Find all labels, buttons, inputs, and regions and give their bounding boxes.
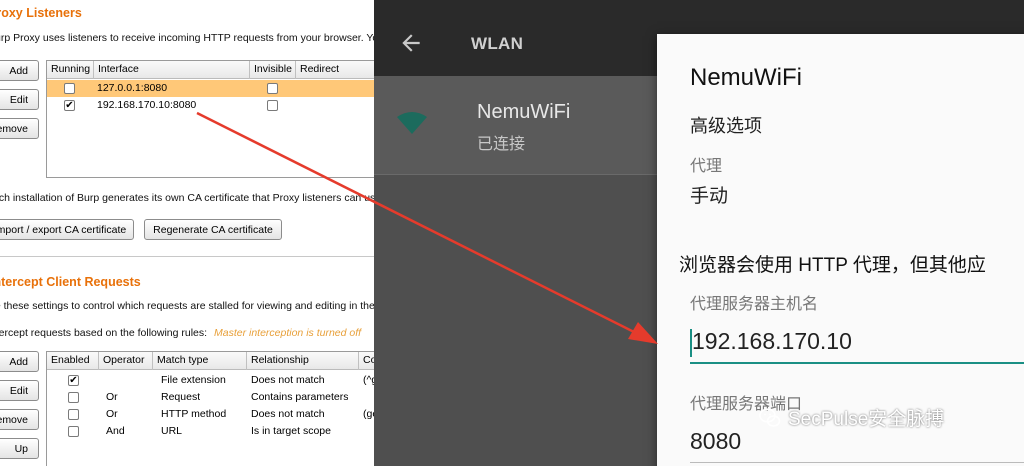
interface-cell: 192.168.170.10:8080 (97, 99, 197, 111)
proxy-listeners-heading: Proxy Listeners (0, 6, 82, 20)
column-running[interactable]: Running (47, 61, 94, 79)
column-interface[interactable]: Interface (94, 61, 250, 79)
section-divider (0, 256, 374, 257)
relationship-cell: Does not match (251, 374, 325, 386)
intercept-client-requests-heading: Intercept Client Requests (0, 275, 141, 289)
regenerate-ca-button[interactable]: Regenerate CA certificate (144, 219, 282, 240)
proxy-port-input[interactable]: 8080 (690, 428, 741, 455)
enabled-checkbox[interactable] (68, 426, 79, 437)
edit-rule-button[interactable]: Edit (0, 380, 39, 401)
proxy-port-underline (690, 462, 1024, 463)
column-operator[interactable]: Operator (99, 352, 153, 370)
listeners-table-header: Running Interface Invisible Redirect (47, 61, 374, 79)
rules-table-header: Enabled Operator Match type Relationship… (47, 352, 374, 370)
intercept-description: Use these settings to control which requ… (0, 300, 374, 312)
watermark-text: SecPulse安全脉搏 (788, 409, 945, 430)
table-row[interactable]: And URL Is in target scope (47, 423, 374, 440)
proxy-hostname-value: 192.168.170.10 (692, 328, 852, 354)
column-condition[interactable]: Co (359, 352, 374, 370)
interface-cell: 127.0.0.1:8080 (97, 82, 168, 94)
operator-cell: Or (106, 408, 118, 420)
operator-cell: And (106, 425, 125, 437)
page-title: WLAN (471, 34, 524, 53)
advanced-options-toggle[interactable]: 高级选项 (690, 112, 762, 138)
dialog-title: NemuWiFi (690, 64, 802, 91)
network-config-dialog: NemuWiFi 高级选项 代理 手动 浏览器会使用 HTTP 代理，但其他应 … (657, 34, 1024, 466)
table-row[interactable]: Or Request Contains parameters (47, 389, 374, 406)
import-export-ca-button[interactable]: Import / export CA certificate (0, 219, 134, 240)
match-type-cell: HTTP method (161, 408, 227, 420)
android-wlan-screen: WLAN NemuWiFi 已连接 NemuWiFi 高级选项 代理 手动 浏览… (374, 0, 1024, 466)
table-row[interactable]: ✔ 192.168.170.10:8080 (47, 97, 374, 114)
listeners-table: Running Interface Invisible Redirect 127… (46, 60, 374, 178)
network-name: NemuWiFi (477, 101, 571, 123)
running-checkbox[interactable] (64, 83, 75, 94)
table-row[interactable]: ✔ File extension Does not match (^g (47, 372, 374, 389)
match-type-cell: Request (161, 391, 201, 403)
invisible-checkbox[interactable] (267, 100, 278, 111)
column-match-type[interactable]: Match type (153, 352, 247, 370)
enabled-checkbox[interactable] (68, 392, 79, 403)
network-status: 已连接 (477, 136, 526, 153)
relationship-cell: Is in target scope (251, 425, 331, 437)
operator-cell: Or (106, 391, 118, 403)
proxy-hostname-label: 代理服务器主机名 (690, 296, 819, 313)
intercept-rules-label: Intercept requests based on the followin… (0, 327, 208, 339)
move-rule-up-button[interactable]: Up (0, 438, 39, 459)
add-listener-button[interactable]: Add (0, 60, 39, 81)
proxy-listeners-description: Burp Proxy uses listeners to receive inc… (0, 32, 374, 44)
wifi-signal-icon (397, 112, 427, 134)
arrow-back-icon[interactable] (398, 30, 424, 56)
proxy-notice-text: 浏览器会使用 HTTP 代理，但其他应 (679, 255, 986, 276)
condition-cell: (^g (363, 374, 374, 386)
match-type-cell: File extension (161, 374, 226, 386)
remove-listener-button[interactable]: Remove (0, 118, 39, 139)
intercept-rules-line: ✔Intercept requests based on the followi… (0, 327, 361, 339)
intercept-rules-table: Enabled Operator Match type Relationship… (46, 351, 374, 466)
proxy-hostname-input[interactable]: 192.168.170.10 (690, 326, 1024, 364)
match-type-cell: URL (161, 425, 183, 437)
edit-listener-button[interactable]: Edit (0, 89, 39, 110)
remove-rule-button[interactable]: Remove (0, 409, 39, 430)
proxy-mode-select[interactable]: 手动 (690, 181, 728, 208)
column-relationship[interactable]: Relationship (247, 352, 359, 370)
proxy-label: 代理 (690, 158, 723, 175)
enabled-checkbox[interactable] (68, 409, 79, 420)
relationship-cell: Contains parameters (251, 391, 349, 403)
column-invisible[interactable]: Invisible (250, 61, 296, 79)
burp-proxy-options-panel: Proxy Listeners Burp Proxy uses listener… (0, 0, 374, 466)
table-row[interactable]: Or HTTP method Does not match (ge (47, 406, 374, 423)
running-checkbox[interactable]: ✔ (64, 100, 75, 111)
interception-status-text: Master interception is turned off (213, 327, 362, 339)
add-rule-button[interactable]: Add (0, 351, 39, 372)
wechat-icon (759, 407, 781, 427)
watermark: SecPulse安全脉搏 (758, 404, 944, 431)
column-enabled[interactable]: Enabled (47, 352, 99, 370)
enabled-checkbox[interactable]: ✔ (68, 375, 79, 386)
relationship-cell: Does not match (251, 408, 325, 420)
invisible-checkbox[interactable] (267, 83, 278, 94)
ca-description: Each installation of Burp generates its … (0, 192, 374, 204)
table-row[interactable]: 127.0.0.1:8080 (47, 80, 374, 97)
condition-cell: (ge (363, 408, 374, 420)
column-redirect[interactable]: Redirect (296, 61, 374, 79)
